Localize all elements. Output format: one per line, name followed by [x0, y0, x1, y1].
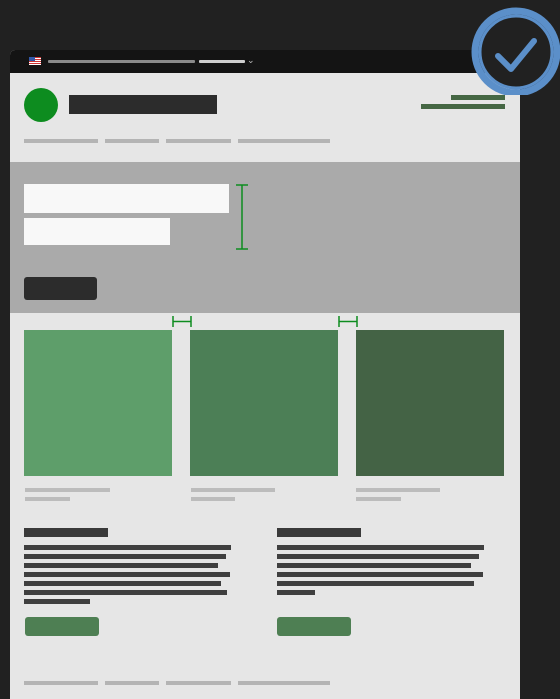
hero-section [10, 162, 520, 313]
nav-item[interactable] [105, 139, 159, 143]
menu-icon-line-top[interactable] [451, 95, 505, 100]
hero-button[interactable] [24, 277, 97, 300]
article-heading [24, 528, 108, 537]
card-caption [356, 488, 440, 492]
card-caption [25, 488, 110, 492]
article-button[interactable] [25, 617, 99, 636]
horizontal-spacing-marker [172, 316, 192, 327]
footer-link[interactable] [105, 681, 159, 685]
article-text-line [277, 563, 471, 568]
us-flag-icon[interactable] [29, 57, 41, 65]
nav-item[interactable] [166, 139, 231, 143]
chevron-down-icon[interactable]: ⌄ [247, 54, 255, 66]
language-placeholder[interactable] [199, 60, 245, 63]
article-text-line [24, 581, 221, 586]
article-text-line [277, 572, 483, 577]
article-button[interactable] [277, 617, 351, 636]
footer-link[interactable] [24, 681, 98, 685]
locale-placeholder [48, 60, 195, 63]
flag-canton [29, 57, 35, 61]
page-wireframe: ⌄ [10, 50, 520, 699]
article-text-line [277, 581, 474, 586]
article-text-line [24, 545, 231, 550]
article-text-line [277, 590, 315, 595]
hero-input-field[interactable] [24, 218, 170, 245]
menu-icon-line-bottom[interactable] [421, 104, 505, 109]
nav-item[interactable] [24, 139, 98, 143]
nav-item[interactable] [238, 139, 330, 143]
card-caption-secondary [356, 497, 401, 501]
article-text-line [24, 590, 227, 595]
card-caption-secondary [191, 497, 235, 501]
vertical-spacing-marker [236, 184, 248, 250]
article-text-line [24, 599, 90, 604]
language-bar: ⌄ [10, 50, 520, 73]
article-text-line [277, 554, 479, 559]
article-text-line [277, 545, 484, 550]
footer-link[interactable] [238, 681, 330, 685]
card-image[interactable] [24, 330, 172, 476]
article-text-line [24, 554, 226, 559]
card-caption-secondary [25, 497, 70, 501]
card-image[interactable] [190, 330, 338, 476]
card-image[interactable] [356, 330, 504, 476]
hero-input-field[interactable] [24, 184, 229, 213]
checkmark-circle-icon [471, 7, 560, 95]
article-heading [277, 528, 361, 537]
card-caption [191, 488, 275, 492]
logo-icon[interactable] [24, 88, 58, 122]
article-text-line [24, 563, 218, 568]
horizontal-spacing-marker [338, 316, 358, 327]
article-text-line [24, 572, 230, 577]
site-title-placeholder [69, 95, 217, 114]
footer-link[interactable] [166, 681, 231, 685]
